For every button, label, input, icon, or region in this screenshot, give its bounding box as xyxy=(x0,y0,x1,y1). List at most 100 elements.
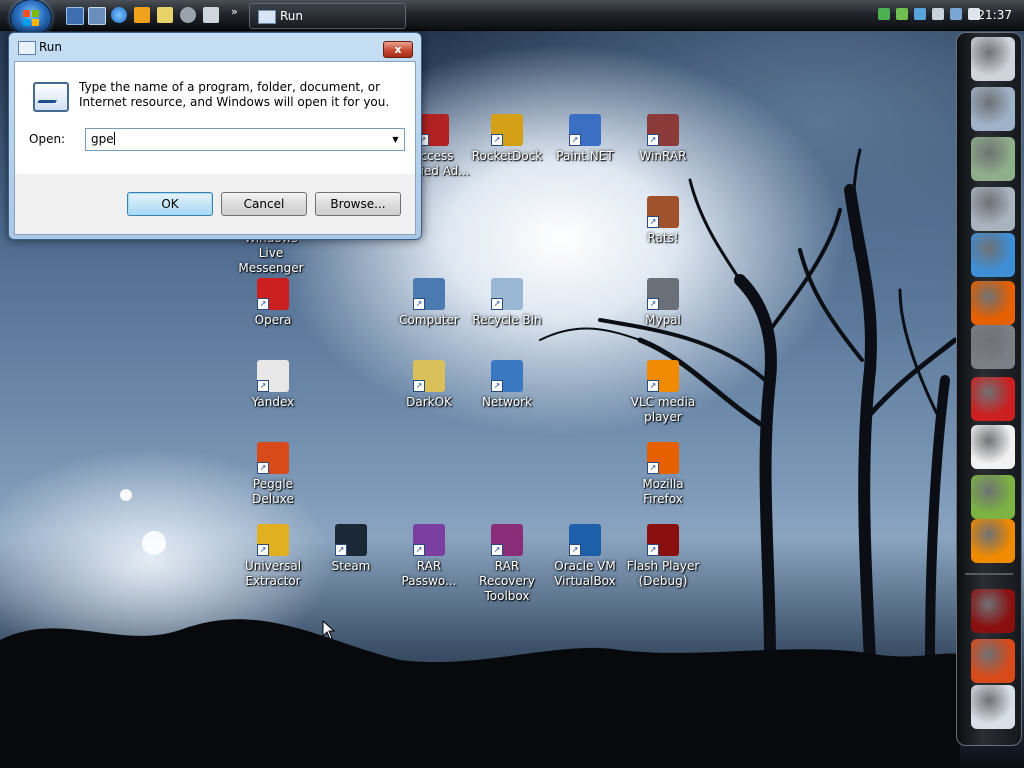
desktop-icon[interactable]: ↗ RocketDock xyxy=(468,114,546,164)
run-icon xyxy=(18,41,36,55)
desktop-icon-image: ↗ xyxy=(647,524,679,556)
virtualbox-icon[interactable] xyxy=(203,7,219,23)
desktop-icon[interactable]: ↗ Mypal xyxy=(624,278,702,328)
desktop-icon[interactable]: ↗ RAR Recovery Toolbox xyxy=(468,524,546,604)
show-desktop-icon[interactable] xyxy=(66,7,84,25)
desktop-icon[interactable]: ↗ Oracle VM VirtualBox xyxy=(546,524,624,589)
desktop-icon[interactable]: ↗ WinRAR xyxy=(624,114,702,164)
desktop-icon-label: RAR Passwo... xyxy=(401,559,457,588)
desktop-icon-label: DarkOK xyxy=(406,395,452,409)
flash-icon[interactable] xyxy=(971,589,1015,633)
clock[interactable]: 21:37 xyxy=(977,0,1012,30)
run-titlebar[interactable]: Run x xyxy=(9,33,421,61)
chevron-down-icon[interactable]: ▼ xyxy=(387,129,404,150)
opera-icon[interactable] xyxy=(971,377,1015,421)
desktop-icon-image: ↗ xyxy=(413,278,445,310)
desktop-icon-label: RocketDock xyxy=(471,149,543,163)
recycle-bin-icon[interactable] xyxy=(971,685,1015,729)
desktop-icon[interactable]: ↗ Paint.NET xyxy=(546,114,624,164)
taskbar-task-run[interactable]: Run xyxy=(249,3,406,29)
desktop-icon[interactable]: ↗ Flash Player (Debug) xyxy=(624,524,702,589)
firefox-icon[interactable] xyxy=(971,281,1015,325)
desktop-icon[interactable]: ↗ Peggle Deluxe xyxy=(234,442,312,507)
folder-icon[interactable] xyxy=(971,87,1015,131)
run-dialog: Run x Type the name of a program, folder… xyxy=(8,32,422,240)
desktop-icon-image: ↗ xyxy=(647,360,679,392)
desktop-icon-label: Oracle VM VirtualBox xyxy=(554,559,616,588)
internet-explorer-icon[interactable] xyxy=(111,7,127,23)
shortcut-arrow-icon: ↗ xyxy=(569,544,581,556)
tray-doc-icon[interactable] xyxy=(932,8,944,20)
shortcut-arrow-icon: ↗ xyxy=(413,380,425,392)
run-client: Type the name of a program, folder, docu… xyxy=(14,61,416,235)
desktop-icon[interactable]: ↗ Network xyxy=(468,360,546,410)
ok-button[interactable]: OK xyxy=(127,192,213,216)
desktop-icon[interactable]: ↗ Computer xyxy=(390,278,468,328)
desktop-icon[interactable]: ↗ Yandex xyxy=(234,360,312,410)
desktop-icon-label: Mozilla Firefox xyxy=(642,477,684,506)
desktop-icon-image: ↗ xyxy=(491,360,523,392)
system-tray: 21:37 xyxy=(874,0,1024,30)
media-player-icon[interactable] xyxy=(134,7,150,23)
desktop-icon-label: Opera xyxy=(254,313,292,327)
quick-launch-more-icon[interactable]: » xyxy=(231,5,238,18)
desktop-icon-image: ↗ xyxy=(257,524,289,556)
vlc-icon[interactable] xyxy=(971,519,1015,563)
desktop-icon-label: VLC media player xyxy=(630,395,696,424)
desktop-icon-image: ↗ xyxy=(257,360,289,392)
desktop-icon-image: ↗ xyxy=(257,278,289,310)
open-combobox[interactable]: gpe ▼ xyxy=(85,128,405,151)
tray-download-icon[interactable] xyxy=(878,8,890,20)
desktop-icon[interactable]: ↗ RAR Passwo... xyxy=(390,524,468,589)
desktop-icon[interactable]: ↗ Recycle Bin xyxy=(468,278,546,328)
desktop-icon-label: Universal Extractor xyxy=(244,559,302,588)
browse-button[interactable]: Browse... xyxy=(315,192,401,216)
desktop-icon[interactable]: ↗ Steam xyxy=(312,524,390,574)
yandex-icon[interactable] xyxy=(971,425,1015,469)
open-label: Open: xyxy=(29,132,66,146)
desktop-icon-image: ↗ xyxy=(335,524,367,556)
desktop-icon[interactable]: ↗ Mozilla Firefox xyxy=(624,442,702,507)
shortcut-arrow-icon: ↗ xyxy=(257,298,269,310)
desktop-icon-label: Mypal xyxy=(645,313,681,327)
folder-settings-icon[interactable] xyxy=(971,187,1015,231)
desktop-icon[interactable]: ↗ DarkOK xyxy=(390,360,468,410)
notepad-icon[interactable] xyxy=(971,37,1015,81)
network-icon[interactable] xyxy=(950,8,962,20)
desktop-icon-image: ↗ xyxy=(569,524,601,556)
folder-green-icon[interactable] xyxy=(971,137,1015,181)
desktop-icon-label: Recycle Bin xyxy=(472,313,542,327)
rocketdock xyxy=(956,32,1022,746)
window-switch-icon[interactable] xyxy=(88,7,106,25)
run-icon xyxy=(258,10,276,24)
shortcut-arrow-icon: ↗ xyxy=(491,380,503,392)
eye-icon[interactable] xyxy=(180,7,196,23)
close-button[interactable]: x xyxy=(383,41,413,58)
taskbar-task-label: Run xyxy=(280,9,304,23)
desktop-icon-label: WinRAR xyxy=(639,149,687,163)
dock-separator xyxy=(965,573,1013,575)
desktop-icon[interactable]: ↗ VLC media player xyxy=(624,360,702,425)
volume-icon[interactable] xyxy=(157,7,173,23)
open-input[interactable]: gpe xyxy=(91,132,114,146)
notepadpp-icon[interactable] xyxy=(971,475,1015,519)
desktop-icon-image: ↗ xyxy=(647,196,679,228)
run-upper-panel: Type the name of a program, folder, docu… xyxy=(15,62,415,174)
shortcut-arrow-icon: ↗ xyxy=(647,380,659,392)
tray-user2-icon[interactable] xyxy=(914,8,926,20)
tray-user-icon[interactable] xyxy=(896,8,908,20)
users-icon[interactable] xyxy=(971,233,1015,277)
desktop-icon[interactable]: ↗ Rats! xyxy=(624,196,702,246)
desktop-icon-label: Peggle Deluxe xyxy=(252,477,294,506)
cancel-button[interactable]: Cancel xyxy=(221,192,307,216)
desktop-icon[interactable]: ↗ Universal Extractor xyxy=(234,524,312,589)
desktop-icon[interactable]: ↗ Opera xyxy=(234,278,312,328)
peggle-icon[interactable] xyxy=(971,639,1015,683)
desktop-icon-image: ↗ xyxy=(647,278,679,310)
shortcut-arrow-icon: ↗ xyxy=(491,298,503,310)
desktop-icon-image: ↗ xyxy=(491,524,523,556)
raccoon-icon[interactable] xyxy=(971,325,1015,369)
desktop-icon-label: Network xyxy=(481,395,533,409)
desktop-icon-image: ↗ xyxy=(257,442,289,474)
shortcut-arrow-icon: ↗ xyxy=(413,544,425,556)
